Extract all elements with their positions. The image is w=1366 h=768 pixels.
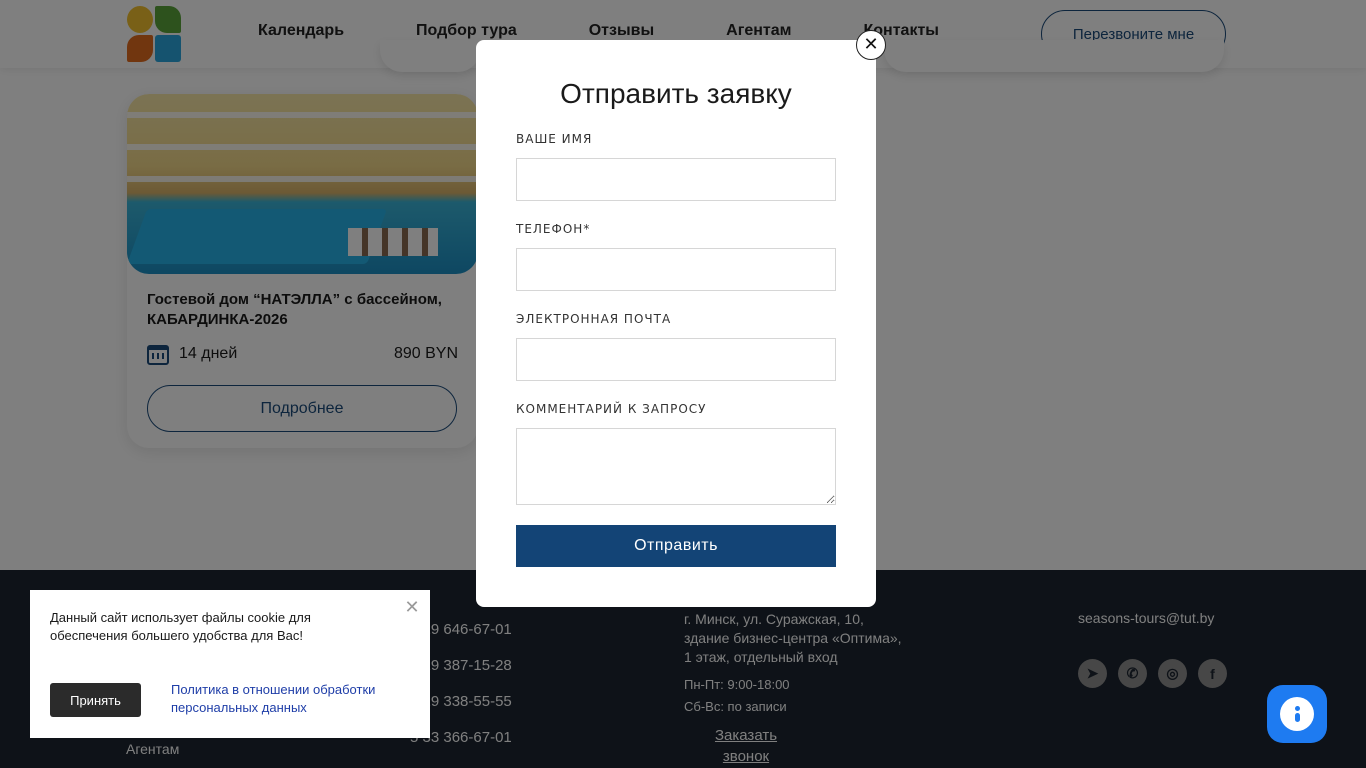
cookie-message: Данный сайт использует файлы cookie для … (50, 610, 311, 643)
name-label: ВАШЕ ИМЯ (516, 132, 593, 146)
cookie-banner: Данный сайт использует файлы cookie для … (30, 590, 430, 738)
comment-textarea[interactable] (516, 428, 836, 505)
accept-cookies-button[interactable]: Принять (50, 683, 141, 717)
phone-label: ТЕЛЕФОН* (516, 222, 591, 236)
info-chat-icon (1280, 697, 1314, 731)
chat-widget-button[interactable] (1267, 685, 1327, 743)
close-icon[interactable]: ✕ (402, 598, 422, 618)
privacy-policy-link[interactable]: Политика в отношении обработки персональ… (171, 681, 411, 717)
submit-button[interactable]: Отправить (516, 525, 836, 567)
phone-input[interactable] (516, 248, 836, 291)
modal-title: Отправить заявку (560, 78, 792, 109)
comment-label: КОММЕНТАРИЙ К ЗАПРОСУ (516, 402, 707, 416)
email-input[interactable] (516, 338, 836, 381)
email-label: ЭЛЕКТРОННАЯ ПОЧТА (516, 312, 672, 326)
close-icon[interactable]: ✕ (856, 30, 886, 60)
request-modal: Отправить заявку ВАШЕ ИМЯ ТЕЛЕФОН* ЭЛЕКТ… (476, 40, 876, 607)
name-input[interactable] (516, 158, 836, 201)
